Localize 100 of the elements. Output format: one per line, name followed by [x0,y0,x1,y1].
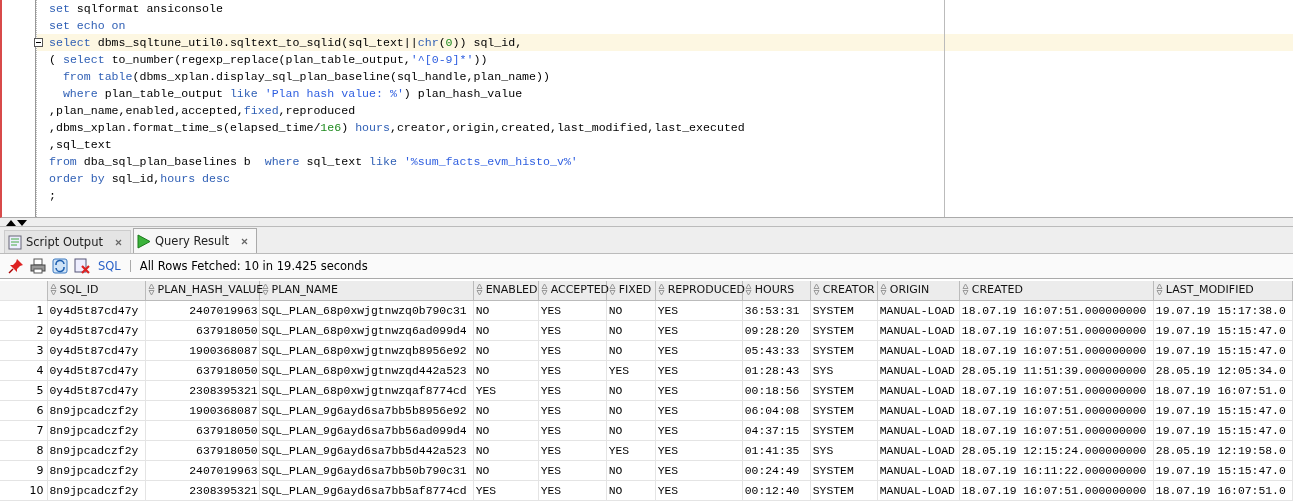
table-cell: 01:41:35 [742,440,811,461]
table-cell: 1900368087 [145,400,260,421]
table-cell: SYSTEM [810,420,878,441]
column-header[interactable]: CREATOR [810,281,878,301]
table-cell: MANUAL-LOAD [877,340,960,361]
table-cell: 18.07.19 16:07:51.0 [1153,380,1293,401]
code-line: ,plan_name,enabled,accepted,fixed,reproduced [48,103,357,119]
table-cell: NO [606,300,656,321]
row-number: 3 [0,340,47,361]
table-cell: NO [473,320,539,341]
column-header[interactable]: REPRODUCED [655,281,743,301]
table-cell: 637918050 [145,360,260,381]
pin-icon[interactable] [8,258,24,274]
table-cell: 18.07.19 16:07:51.000000000 [959,400,1154,421]
column-header[interactable]: ORIGIN [877,281,960,301]
column-header[interactable]: LAST_MODIFIED [1153,281,1293,301]
code-line: ( select to_number(regexp_replace(plan_table_output,'^[0-9]*')) [48,52,489,68]
table-cell: MANUAL-LOAD [877,380,960,401]
table-cell: YES [655,340,743,361]
table-cell: 28.05.19 11:51:39.000000000 [959,360,1154,381]
table-cell: 2407019963 [145,460,260,481]
table-cell: YES [655,360,743,381]
table-cell: YES [538,420,607,441]
table-cell: SYS [810,360,878,381]
table-cell: MANUAL-LOAD [877,300,960,321]
table-cell: 19.07.19 15:15:47.0 [1153,420,1293,441]
table-cell: 0y4d5t87cd47y [47,360,146,381]
fold-icon[interactable] [34,38,43,47]
table-cell: 8n9jpcadczf2y [47,480,146,501]
table-cell: YES [606,360,656,381]
row-number: 8 [0,440,47,461]
table-cell: 28.05.19 12:19:58.0 [1153,440,1293,461]
table-cell: 18.07.19 16:07:51.0 [1153,480,1293,501]
table-cell: 28.05.19 12:05:34.0 [1153,360,1293,381]
row-number: 2 [0,320,47,341]
table-cell: 01:28:43 [742,360,811,381]
print-icon[interactable] [30,258,46,274]
table-cell: SQL_PLAN_68p0xwjgtnwzqb8956e92 [259,340,474,361]
table-cell: 00:24:49 [742,460,811,481]
table-cell: MANUAL-LOAD [877,480,960,501]
code-line: from table(dbms_xplan.display_sql_plan_baseline(sql_handle,plan_name)) [61,69,551,85]
table-cell: SYSTEM [810,320,878,341]
close-icon[interactable] [241,237,249,245]
clear-icon[interactable] [74,258,90,274]
row-number: 9 [0,460,47,481]
result-tab[interactable]: Script Output [4,230,131,253]
table-cell: 18.07.19 16:11:22.000000000 [959,460,1154,481]
document-icon [8,234,22,250]
sort-icon[interactable] [261,282,269,296]
table-cell: SQL_PLAN_68p0xwjgtnwzq6ad099d4 [259,320,474,341]
table-cell: YES [538,360,607,381]
table-cell: SYSTEM [810,380,878,401]
result-tab[interactable]: Query Result [132,228,258,253]
table-cell: SYSTEM [810,300,878,321]
table-cell: NO [606,420,656,441]
table-cell: SQL_PLAN_9g6ayd6sa7bb56ad099d4 [259,420,474,441]
table-cell: 8n9jpcadczf2y [47,420,146,441]
column-header[interactable]: SQL_ID [47,281,146,301]
column-header[interactable]: ACCEPTED [538,281,607,301]
table-cell: MANUAL-LOAD [877,360,960,381]
table-cell: YES [473,380,539,401]
table-cell: 00:18:56 [742,380,811,401]
table-cell: 0y4d5t87cd47y [47,340,146,361]
table-cell: SQL_PLAN_9g6ayd6sa7bb50b790c31 [259,460,474,481]
collapse-arrows-icon[interactable] [4,218,28,226]
code-line: from dba_sql_plan_baselines b where sql_text like '%sum_facts_evm_histo_v%' [48,154,579,170]
table-cell: SYSTEM [810,460,878,481]
table-cell: 19.07.19 15:15:47.0 [1153,400,1293,421]
table-cell: 1900368087 [145,340,260,361]
table-cell: MANUAL-LOAD [877,420,960,441]
table-cell: MANUAL-LOAD [877,460,960,481]
table-cell: NO [606,320,656,341]
table-cell: 8n9jpcadczf2y [47,440,146,461]
table-cell: NO [473,440,539,461]
table-cell: 18.07.19 16:07:51.000000000 [959,320,1154,341]
table-cell: SQL_PLAN_68p0xwjgtnwzq0b790c31 [259,300,474,321]
table-cell: MANUAL-LOAD [877,320,960,341]
table-cell: NO [606,400,656,421]
table-cell: SYS [810,440,878,461]
table-cell: 637918050 [145,440,260,461]
table-cell: SQL_PLAN_9g6ayd6sa7bb5af8774cd [259,480,474,501]
table-cell: 28.05.19 12:15:24.000000000 [959,440,1154,461]
column-header[interactable]: ENABLED [473,281,539,301]
table-cell: YES [606,440,656,461]
sql-link[interactable]: SQL [98,259,121,273]
row-number: 6 [0,400,47,421]
table-cell: 19.07.19 15:15:47.0 [1153,460,1293,481]
refresh-icon[interactable] [52,258,68,274]
code-line: set sqlformat ansiconsole [48,1,224,17]
table-cell: 2308395321 [145,380,260,401]
close-icon[interactable] [114,238,122,246]
table-cell: 05:43:33 [742,340,811,361]
table-cell: 19.07.19 15:15:47.0 [1153,340,1293,361]
fetch-status: All Rows Fetched: 10 in 19.425 seconds [139,259,368,273]
table-cell: YES [655,320,743,341]
table-cell: 18.07.19 16:07:51.000000000 [959,380,1154,401]
column-header[interactable]: CREATED [959,281,1154,301]
table-cell: NO [473,460,539,481]
table-cell: NO [606,380,656,401]
table-cell: NO [473,340,539,361]
